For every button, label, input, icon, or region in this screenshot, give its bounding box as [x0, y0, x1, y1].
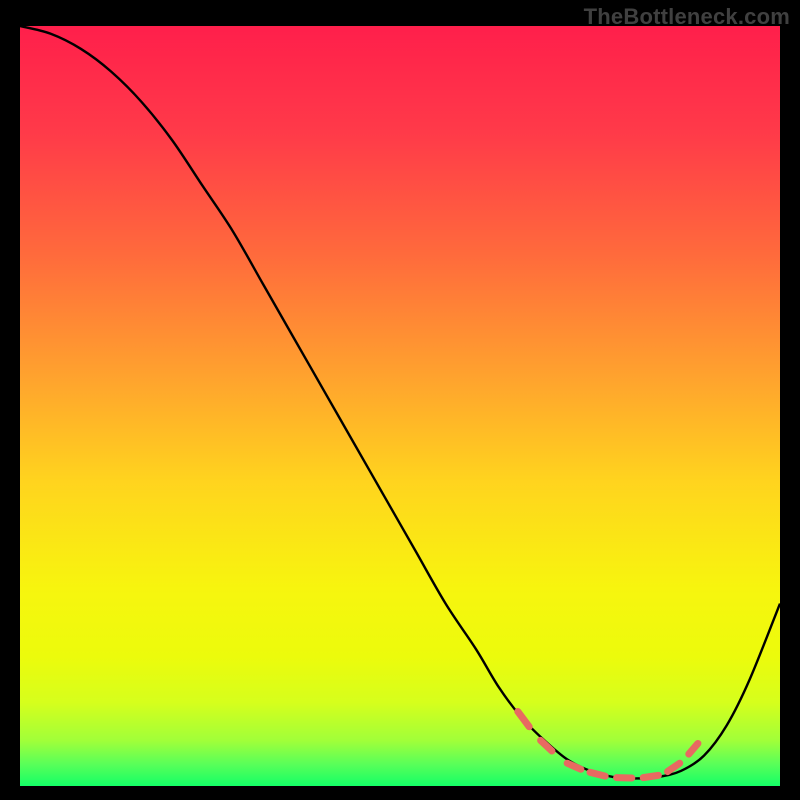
optimal-dash — [643, 775, 658, 777]
optimal-dash — [590, 772, 605, 776]
curve-svg — [20, 26, 780, 786]
optimal-dash — [541, 740, 552, 751]
optimal-dash — [567, 763, 581, 769]
chart-container: TheBottleneck.com — [0, 0, 800, 800]
plot-area — [20, 26, 780, 786]
optimal-dash — [689, 743, 698, 754]
optimal-dash — [518, 712, 529, 727]
optimal-dash — [668, 763, 680, 771]
bottleneck-curve-line — [20, 26, 780, 778]
optimal-range-markers — [518, 712, 698, 779]
